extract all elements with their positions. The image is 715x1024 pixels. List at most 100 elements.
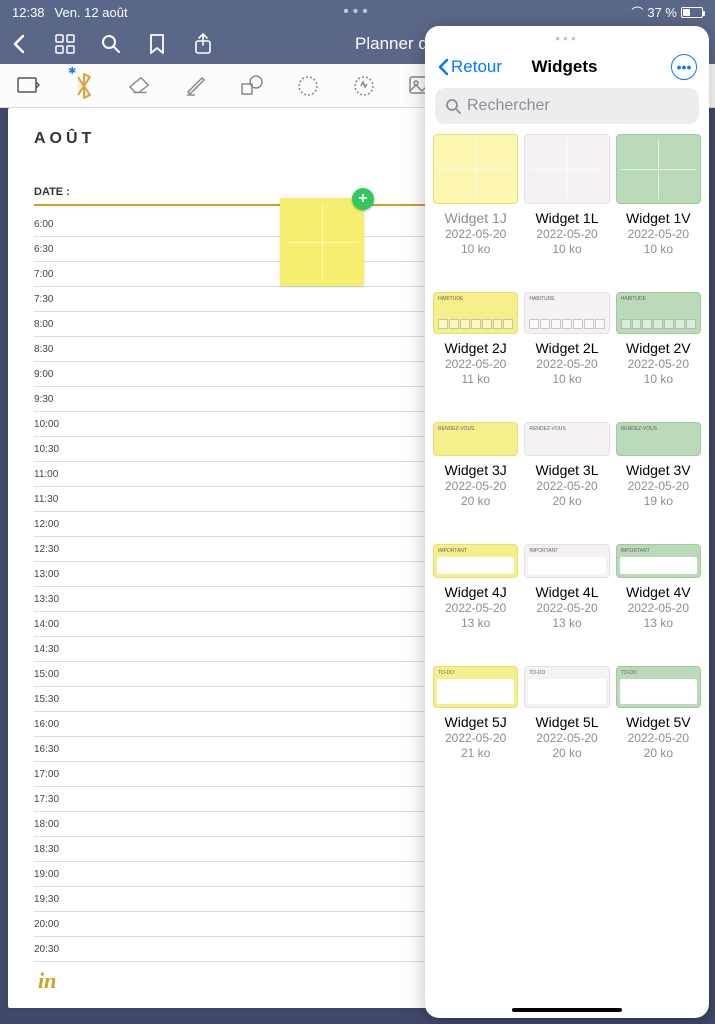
- widget-item[interactable]: RENDEZ-VOUS Widget 3J2022-05-2020 ko: [433, 422, 518, 508]
- search-box[interactable]: [435, 88, 699, 124]
- widget-item[interactable]: Widget 1J2022-05-2010 ko: [433, 134, 518, 256]
- text-box-tool-icon[interactable]: [16, 74, 40, 98]
- search-input[interactable]: [467, 97, 689, 115]
- highlighter-tool-icon[interactable]: [184, 74, 208, 98]
- widget-date: 2022-05-20: [524, 479, 609, 493]
- widget-size: 20 ko: [524, 494, 609, 508]
- widget-item[interactable]: IMPORTANT Widget 4L2022-05-2013 ko: [524, 544, 609, 630]
- bluetooth-icon[interactable]: ✱: [72, 74, 96, 98]
- widget-name: Widget 4L: [524, 584, 609, 600]
- panel-title: Widgets: [458, 57, 671, 77]
- battery-percent: 37 %: [647, 5, 677, 20]
- widget-item[interactable]: TO-DOWidget 5V2022-05-2020 ko: [616, 666, 701, 760]
- widget-size: 13 ko: [616, 616, 701, 630]
- widget-item[interactable]: Widget 1V2022-05-2010 ko: [616, 134, 701, 256]
- widget-name: Widget 5V: [616, 714, 701, 730]
- widget-date: 2022-05-20: [524, 227, 609, 241]
- widget-size: 19 ko: [616, 494, 701, 508]
- eraser-tool-icon[interactable]: [128, 74, 152, 98]
- widget-item[interactable]: IMPORTANT Widget 4J2022-05-2013 ko: [433, 544, 518, 630]
- widget-size: 20 ko: [524, 746, 609, 760]
- widget-item[interactable]: HABITUDEWidget 2J2022-05-2011 ko: [433, 292, 518, 386]
- apple-pencil-icon: ⌒: [631, 4, 643, 21]
- widget-date: 2022-05-20: [524, 601, 609, 615]
- widget-size: 13 ko: [433, 616, 518, 630]
- widget-date: 2022-05-20: [433, 601, 518, 615]
- widget-item[interactable]: TO-DO Widget 5J2022-05-2021 ko: [433, 666, 518, 760]
- stamp-tool-icon[interactable]: [352, 74, 376, 98]
- home-indicator[interactable]: [512, 1008, 622, 1012]
- widget-item[interactable]: HABITUDEWidget 2L2022-05-2010 ko: [524, 292, 609, 386]
- widget-thumbnail: HABITUDE: [433, 292, 518, 334]
- grid-icon[interactable]: [54, 33, 76, 55]
- widget-thumbnail: [616, 134, 701, 204]
- widget-size: 10 ko: [433, 242, 518, 256]
- widget-date: 2022-05-20: [433, 357, 518, 371]
- widget-size: 13 ko: [524, 616, 609, 630]
- status-time: 12:38: [12, 5, 45, 20]
- widget-thumbnail: [524, 134, 609, 204]
- panel-drag-dots[interactable]: •••: [425, 26, 709, 46]
- widget-thumbnail: IMPORTANT: [616, 544, 701, 578]
- widget-date: 2022-05-20: [524, 731, 609, 745]
- widget-date: 2022-05-20: [616, 357, 701, 371]
- widget-thumbnail: RENDEZ-VOUS: [524, 422, 609, 456]
- widget-date: 2022-05-20: [616, 731, 701, 745]
- widget-thumbnail: RENDEZ-VOUS: [433, 422, 518, 456]
- bookmark-icon[interactable]: [146, 33, 168, 55]
- widget-size: 10 ko: [616, 242, 701, 256]
- search-icon[interactable]: [100, 33, 122, 55]
- widget-name: Widget 3J: [433, 462, 518, 478]
- widget-item[interactable]: Widget 1L2022-05-2010 ko: [524, 134, 609, 256]
- status-date: Ven. 12 août: [55, 5, 128, 20]
- widgets-panel: ••• Retour Widgets ••• Widget 1J2022-05-…: [425, 26, 709, 1018]
- widget-name: Widget 5L: [524, 714, 609, 730]
- widget-size: 21 ko: [433, 746, 518, 760]
- share-icon[interactable]: [192, 33, 214, 55]
- widget-name: Widget 5J: [433, 714, 518, 730]
- status-bar: 12:38 Ven. 12 août ••• ⌒ 37 %: [0, 0, 715, 24]
- widget-size: 20 ko: [616, 746, 701, 760]
- widgets-grid[interactable]: Widget 1J2022-05-2010 koWidget 1L2022-05…: [425, 134, 709, 1018]
- widget-thumbnail: IMPORTANT: [433, 544, 518, 578]
- widget-date: 2022-05-20: [433, 479, 518, 493]
- widget-item[interactable]: IMPORTANT Widget 4V2022-05-2013 ko: [616, 544, 701, 630]
- widget-date: 2022-05-20: [616, 479, 701, 493]
- battery-icon: [681, 7, 703, 18]
- widget-thumbnail: [433, 134, 518, 204]
- widget-thumbnail: HABITUDE: [524, 292, 609, 334]
- widget-thumbnail: TO-DO: [433, 666, 518, 708]
- widget-item[interactable]: RENDEZ-VOUSWidget 3L2022-05-2020 ko: [524, 422, 609, 508]
- widget-name: Widget 1J: [433, 210, 518, 226]
- widget-item[interactable]: HABITUDE Widget 2V2022-05-2010 ko: [616, 292, 701, 386]
- status-dots: •••: [242, 3, 472, 21]
- lasso-tool-icon[interactable]: [296, 74, 320, 98]
- search-icon: [445, 98, 461, 114]
- widget-date: 2022-05-20: [616, 227, 701, 241]
- widget-size: 20 ko: [433, 494, 518, 508]
- widget-size: 11 ko: [433, 372, 518, 386]
- widget-item[interactable]: RENDEZ-VOUSWidget 3V2022-05-2019 ko: [616, 422, 701, 508]
- widget-name: Widget 4V: [616, 584, 701, 600]
- widget-item[interactable]: TO-DO Widget 5L2022-05-2020 ko: [524, 666, 609, 760]
- widget-date: 2022-05-20: [524, 357, 609, 371]
- widget-name: Widget 4J: [433, 584, 518, 600]
- widget-thumbnail: IMPORTANT: [524, 544, 609, 578]
- panel-more-button[interactable]: •••: [671, 54, 697, 80]
- widget-name: Widget 2V: [616, 340, 701, 356]
- widget-date: 2022-05-20: [433, 731, 518, 745]
- widget-size: 10 ko: [616, 372, 701, 386]
- widget-date: 2022-05-20: [616, 601, 701, 615]
- widget-name: Widget 3V: [616, 462, 701, 478]
- widget-name: Widget 1V: [616, 210, 701, 226]
- placed-widget[interactable]: +: [280, 198, 364, 286]
- widget-size: 10 ko: [524, 242, 609, 256]
- back-icon[interactable]: [8, 33, 30, 55]
- widget-thumbnail: HABITUDE: [616, 292, 701, 334]
- widget-name: Widget 1L: [524, 210, 609, 226]
- add-badge-icon[interactable]: +: [352, 188, 374, 210]
- widget-date: 2022-05-20: [433, 227, 518, 241]
- widget-name: Widget 2L: [524, 340, 609, 356]
- shapes-tool-icon[interactable]: [240, 74, 264, 98]
- widget-thumbnail: TO-DO: [524, 666, 609, 708]
